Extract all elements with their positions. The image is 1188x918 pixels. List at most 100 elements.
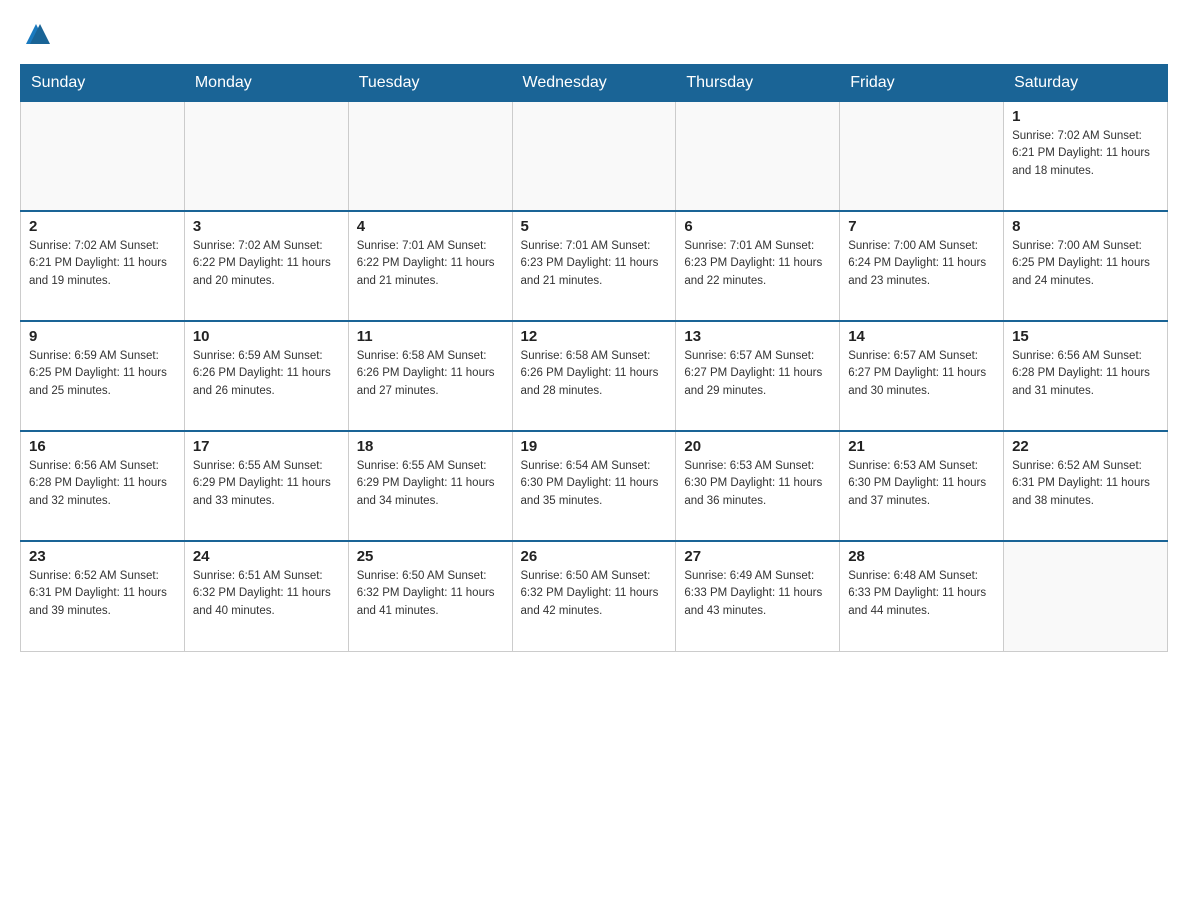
empty-cell xyxy=(184,101,348,211)
day-cell-28: 28Sunrise: 6:48 AM Sunset: 6:33 PM Dayli… xyxy=(840,541,1004,651)
day-info: Sunrise: 6:50 AM Sunset: 6:32 PM Dayligh… xyxy=(521,568,668,620)
day-info: Sunrise: 6:58 AM Sunset: 6:26 PM Dayligh… xyxy=(357,348,504,400)
day-info: Sunrise: 6:50 AM Sunset: 6:32 PM Dayligh… xyxy=(357,568,504,620)
day-info: Sunrise: 6:55 AM Sunset: 6:29 PM Dayligh… xyxy=(193,458,340,510)
day-number: 18 xyxy=(357,438,504,455)
weekday-header-monday: Monday xyxy=(184,65,348,101)
day-info: Sunrise: 6:53 AM Sunset: 6:30 PM Dayligh… xyxy=(848,458,995,510)
day-number: 10 xyxy=(193,328,340,345)
day-info: Sunrise: 6:58 AM Sunset: 6:26 PM Dayligh… xyxy=(521,348,668,400)
day-cell-24: 24 Sunrise: 6:51 AM Sunset: 6:32 PM Dayli… xyxy=(184,541,348,651)
day-cell-23: 23 Sunrise: 6:52 AM Sunset: 6:31 PM Dayli… xyxy=(21,541,185,651)
day-cell-6: 6 Sunrise: 7:01 AM Sunset: 6:23 PM Daylig… xyxy=(676,211,840,321)
day-info: Sunrise: 6:49 AM Sunset: 6:33 PM Dayligh… xyxy=(684,568,831,620)
day-cell-16: 16 Sunrise: 6:56 AM Sunset: 6:28 PM Dayli… xyxy=(21,431,185,541)
day-info: Sunrise: 6:57 AM Sunset: 6:27 PM Dayligh… xyxy=(848,348,995,400)
day-number: 11 xyxy=(357,328,504,345)
day-cell-21: 21Sunrise: 6:53 AM Sunset: 6:30 PM Dayli… xyxy=(840,431,1004,541)
day-info: Sunrise: 6:59 AM Sunset: 6:26 PM Dayligh… xyxy=(193,348,340,400)
day-info: Sunrise: 7:02 AM Sunset: 6:22 PM Dayligh… xyxy=(193,238,340,290)
day-info: Sunrise: 7:01 AM Sunset: 6:23 PM Dayligh… xyxy=(684,238,831,290)
day-number: 14 xyxy=(848,328,995,345)
day-cell-12: 12 Sunrise: 6:58 AM Sunset: 6:26 PM Dayli… xyxy=(512,321,676,431)
day-info: Sunrise: 7:01 AM Sunset: 6:23 PM Dayligh… xyxy=(521,238,668,290)
day-number: 4 xyxy=(357,218,504,235)
day-number: 2 xyxy=(29,218,176,235)
day-cell-13: 13 Sunrise: 6:57 AM Sunset: 6:27 PM Dayli… xyxy=(676,321,840,431)
day-cell-14: 14 Sunrise: 6:57 AM Sunset: 6:27 PM Dayli… xyxy=(840,321,1004,431)
empty-cell xyxy=(840,101,1004,211)
weekday-header-tuesday: Tuesday xyxy=(348,65,512,101)
day-number: 20 xyxy=(684,438,831,455)
day-number: 24 xyxy=(193,548,340,565)
week-row-5: 23 Sunrise: 6:52 AM Sunset: 6:31 PM Dayli… xyxy=(21,541,1168,651)
empty-cell xyxy=(512,101,676,211)
day-info: Sunrise: 6:52 AM Sunset: 6:31 PM Dayligh… xyxy=(29,568,176,620)
day-info: Sunrise: 7:00 AM Sunset: 6:24 PM Dayligh… xyxy=(848,238,995,290)
weekday-header-saturday: Saturday xyxy=(1004,65,1168,101)
day-number: 17 xyxy=(193,438,340,455)
day-info: Sunrise: 6:57 AM Sunset: 6:27 PM Dayligh… xyxy=(684,348,831,400)
day-number: 3 xyxy=(193,218,340,235)
day-cell-18: 18 Sunrise: 6:55 AM Sunset: 6:29 PM Dayli… xyxy=(348,431,512,541)
empty-cell xyxy=(676,101,840,211)
day-number: 16 xyxy=(29,438,176,455)
day-cell-11: 11 Sunrise: 6:58 AM Sunset: 6:26 PM Dayli… xyxy=(348,321,512,431)
empty-cell xyxy=(21,101,185,211)
day-cell-4: 4 Sunrise: 7:01 AM Sunset: 6:22 PM Daylig… xyxy=(348,211,512,321)
empty-cell xyxy=(1004,541,1168,651)
week-row-2: 2Sunrise: 7:02 AM Sunset: 6:21 PM Daylig… xyxy=(21,211,1168,321)
page-header xyxy=(20,20,1168,48)
empty-cell xyxy=(348,101,512,211)
day-number: 25 xyxy=(357,548,504,565)
day-cell-15: 15 Sunrise: 6:56 AM Sunset: 6:28 PM Dayli… xyxy=(1004,321,1168,431)
day-cell-10: 10 Sunrise: 6:59 AM Sunset: 6:26 PM Dayli… xyxy=(184,321,348,431)
day-info: Sunrise: 6:54 AM Sunset: 6:30 PM Dayligh… xyxy=(521,458,668,510)
day-cell-8: 8 Sunrise: 7:00 AM Sunset: 6:25 PM Daylig… xyxy=(1004,211,1168,321)
week-row-4: 16 Sunrise: 6:56 AM Sunset: 6:28 PM Dayli… xyxy=(21,431,1168,541)
day-number: 9 xyxy=(29,328,176,345)
weekday-header-thursday: Thursday xyxy=(676,65,840,101)
day-info: Sunrise: 7:02 AM Sunset: 6:21 PM Dayligh… xyxy=(1012,128,1159,180)
day-info: Sunrise: 6:51 AM Sunset: 6:32 PM Dayligh… xyxy=(193,568,340,620)
weekday-header-sunday: Sunday xyxy=(21,65,185,101)
day-info: Sunrise: 7:00 AM Sunset: 6:25 PM Dayligh… xyxy=(1012,238,1159,290)
day-number: 28 xyxy=(848,548,995,565)
day-cell-17: 17 Sunrise: 6:55 AM Sunset: 6:29 PM Dayli… xyxy=(184,431,348,541)
day-cell-9: 9 Sunrise: 6:59 AM Sunset: 6:25 PM Daylig… xyxy=(21,321,185,431)
weekday-header-wednesday: Wednesday xyxy=(512,65,676,101)
day-number: 8 xyxy=(1012,218,1159,235)
day-cell-1: 1 Sunrise: 7:02 AM Sunset: 6:21 PM Daylig… xyxy=(1004,101,1168,211)
day-number: 5 xyxy=(521,218,668,235)
day-cell-27: 27 Sunrise: 6:49 AM Sunset: 6:33 PM Dayli… xyxy=(676,541,840,651)
day-cell-22: 22Sunrise: 6:52 AM Sunset: 6:31 PM Dayli… xyxy=(1004,431,1168,541)
day-number: 23 xyxy=(29,548,176,565)
logo xyxy=(20,20,50,48)
weekday-header-row: SundayMondayTuesdayWednesdayThursdayFrid… xyxy=(21,65,1168,101)
day-info: Sunrise: 6:56 AM Sunset: 6:28 PM Dayligh… xyxy=(1012,348,1159,400)
day-info: Sunrise: 6:55 AM Sunset: 6:29 PM Dayligh… xyxy=(357,458,504,510)
day-info: Sunrise: 6:52 AM Sunset: 6:31 PM Dayligh… xyxy=(1012,458,1159,510)
day-number: 13 xyxy=(684,328,831,345)
day-info: Sunrise: 6:59 AM Sunset: 6:25 PM Dayligh… xyxy=(29,348,176,400)
day-info: Sunrise: 6:53 AM Sunset: 6:30 PM Dayligh… xyxy=(684,458,831,510)
day-cell-3: 3 Sunrise: 7:02 AM Sunset: 6:22 PM Daylig… xyxy=(184,211,348,321)
day-cell-7: 7 Sunrise: 7:00 AM Sunset: 6:24 PM Daylig… xyxy=(840,211,1004,321)
day-cell-26: 26 Sunrise: 6:50 AM Sunset: 6:32 PM Dayli… xyxy=(512,541,676,651)
day-number: 15 xyxy=(1012,328,1159,345)
day-cell-20: 20 Sunrise: 6:53 AM Sunset: 6:30 PM Dayli… xyxy=(676,431,840,541)
day-cell-2: 2Sunrise: 7:02 AM Sunset: 6:21 PM Daylig… xyxy=(21,211,185,321)
day-cell-25: 25 Sunrise: 6:50 AM Sunset: 6:32 PM Dayli… xyxy=(348,541,512,651)
day-info: Sunrise: 7:01 AM Sunset: 6:22 PM Dayligh… xyxy=(357,238,504,290)
day-info: Sunrise: 6:56 AM Sunset: 6:28 PM Dayligh… xyxy=(29,458,176,510)
logo-icon xyxy=(22,20,50,48)
day-number: 12 xyxy=(521,328,668,345)
day-number: 6 xyxy=(684,218,831,235)
day-number: 26 xyxy=(521,548,668,565)
day-cell-19: 19Sunrise: 6:54 AM Sunset: 6:30 PM Dayli… xyxy=(512,431,676,541)
day-number: 1 xyxy=(1012,108,1159,125)
day-number: 7 xyxy=(848,218,995,235)
day-number: 27 xyxy=(684,548,831,565)
week-row-3: 9 Sunrise: 6:59 AM Sunset: 6:25 PM Daylig… xyxy=(21,321,1168,431)
day-cell-5: 5 Sunrise: 7:01 AM Sunset: 6:23 PM Daylig… xyxy=(512,211,676,321)
